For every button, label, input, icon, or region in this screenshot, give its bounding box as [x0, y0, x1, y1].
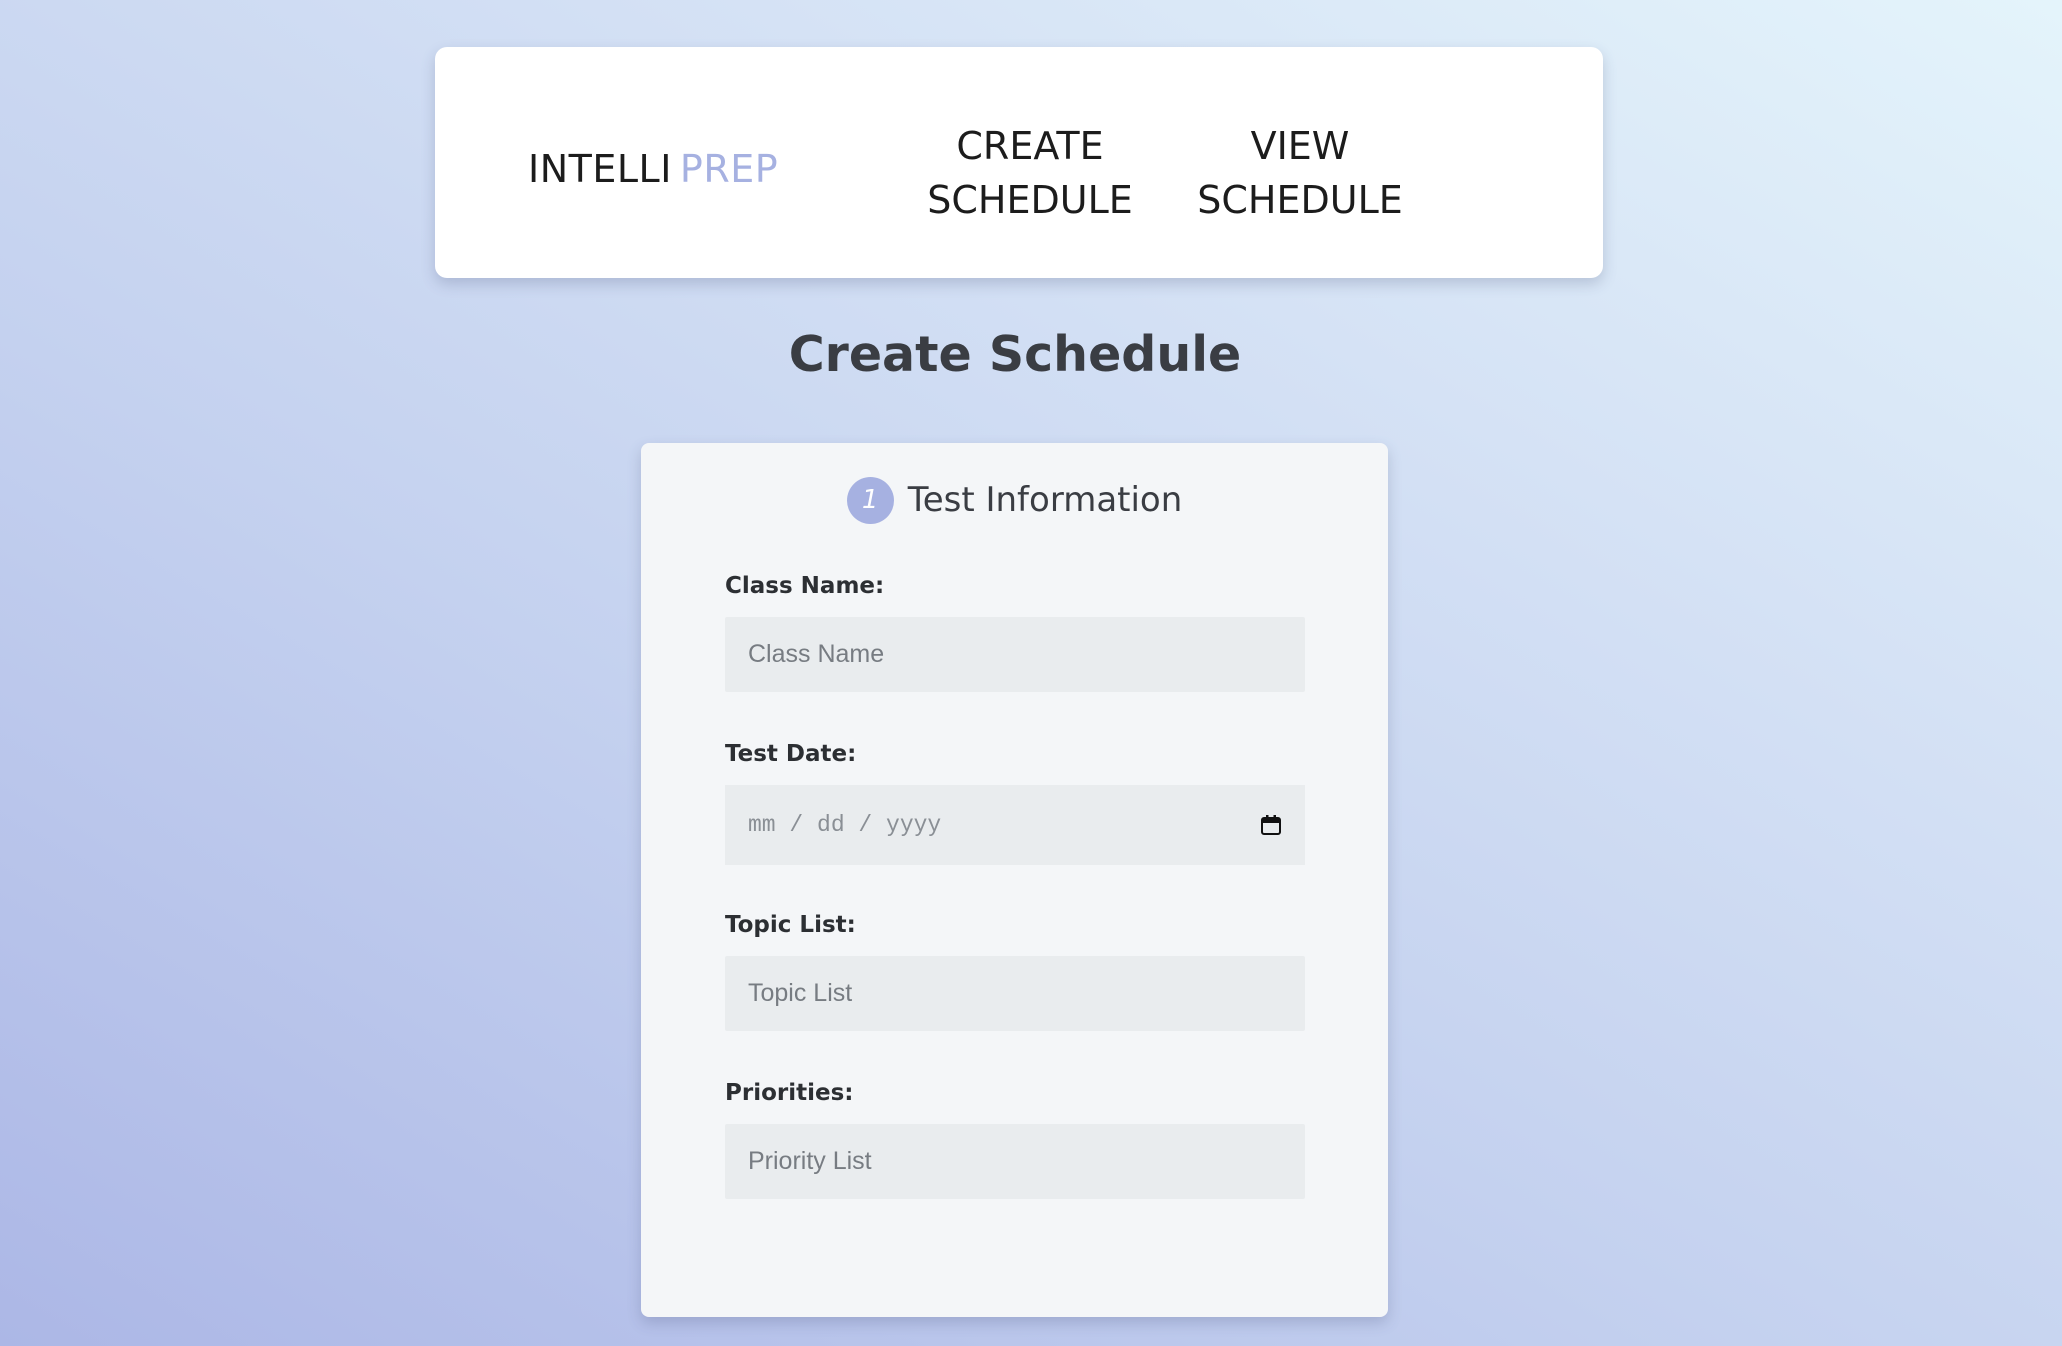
class-name-input[interactable] [725, 617, 1305, 692]
card-title: Test Information [907, 480, 1183, 520]
topic-list-input[interactable] [725, 956, 1305, 1031]
calendar-icon[interactable] [1260, 814, 1282, 836]
page-title: Create Schedule [788, 326, 1242, 383]
nav-create-schedule[interactable]: CREATE SCHEDULE [915, 119, 1145, 227]
brand-text-primary: INTELLI [528, 147, 672, 191]
priorities-input[interactable] [725, 1124, 1305, 1199]
test-information-card: 1 Test Information Class Name: Test Date… [641, 443, 1388, 1317]
brand-logo[interactable]: INTELLI PREP [528, 147, 778, 191]
nav-create-schedule-line2: SCHEDULE [927, 178, 1133, 222]
nav-view-schedule-line2: SCHEDULE [1197, 178, 1403, 222]
nav-view-schedule[interactable]: VIEW SCHEDULE [1185, 119, 1415, 227]
brand-text-accent: PREP [679, 147, 779, 191]
priorities-label: Priorities: [725, 1080, 854, 1106]
nav-view-schedule-line1: VIEW [1250, 124, 1350, 168]
topic-list-label: Topic List: [725, 912, 856, 938]
top-navbar: INTELLI PREP CREATE SCHEDULE VIEW SCHEDUL… [435, 47, 1603, 278]
nav-create-schedule-line1: CREATE [956, 124, 1104, 168]
test-date-input[interactable]: mm / dd / yyyy [725, 785, 1305, 865]
test-date-placeholder: mm / dd / yyyy [748, 812, 942, 838]
class-name-label: Class Name: [725, 573, 885, 599]
card-header: 1 Test Information [641, 476, 1388, 524]
step-number-badge: 1 [846, 476, 894, 524]
test-date-label: Test Date: [725, 741, 857, 767]
